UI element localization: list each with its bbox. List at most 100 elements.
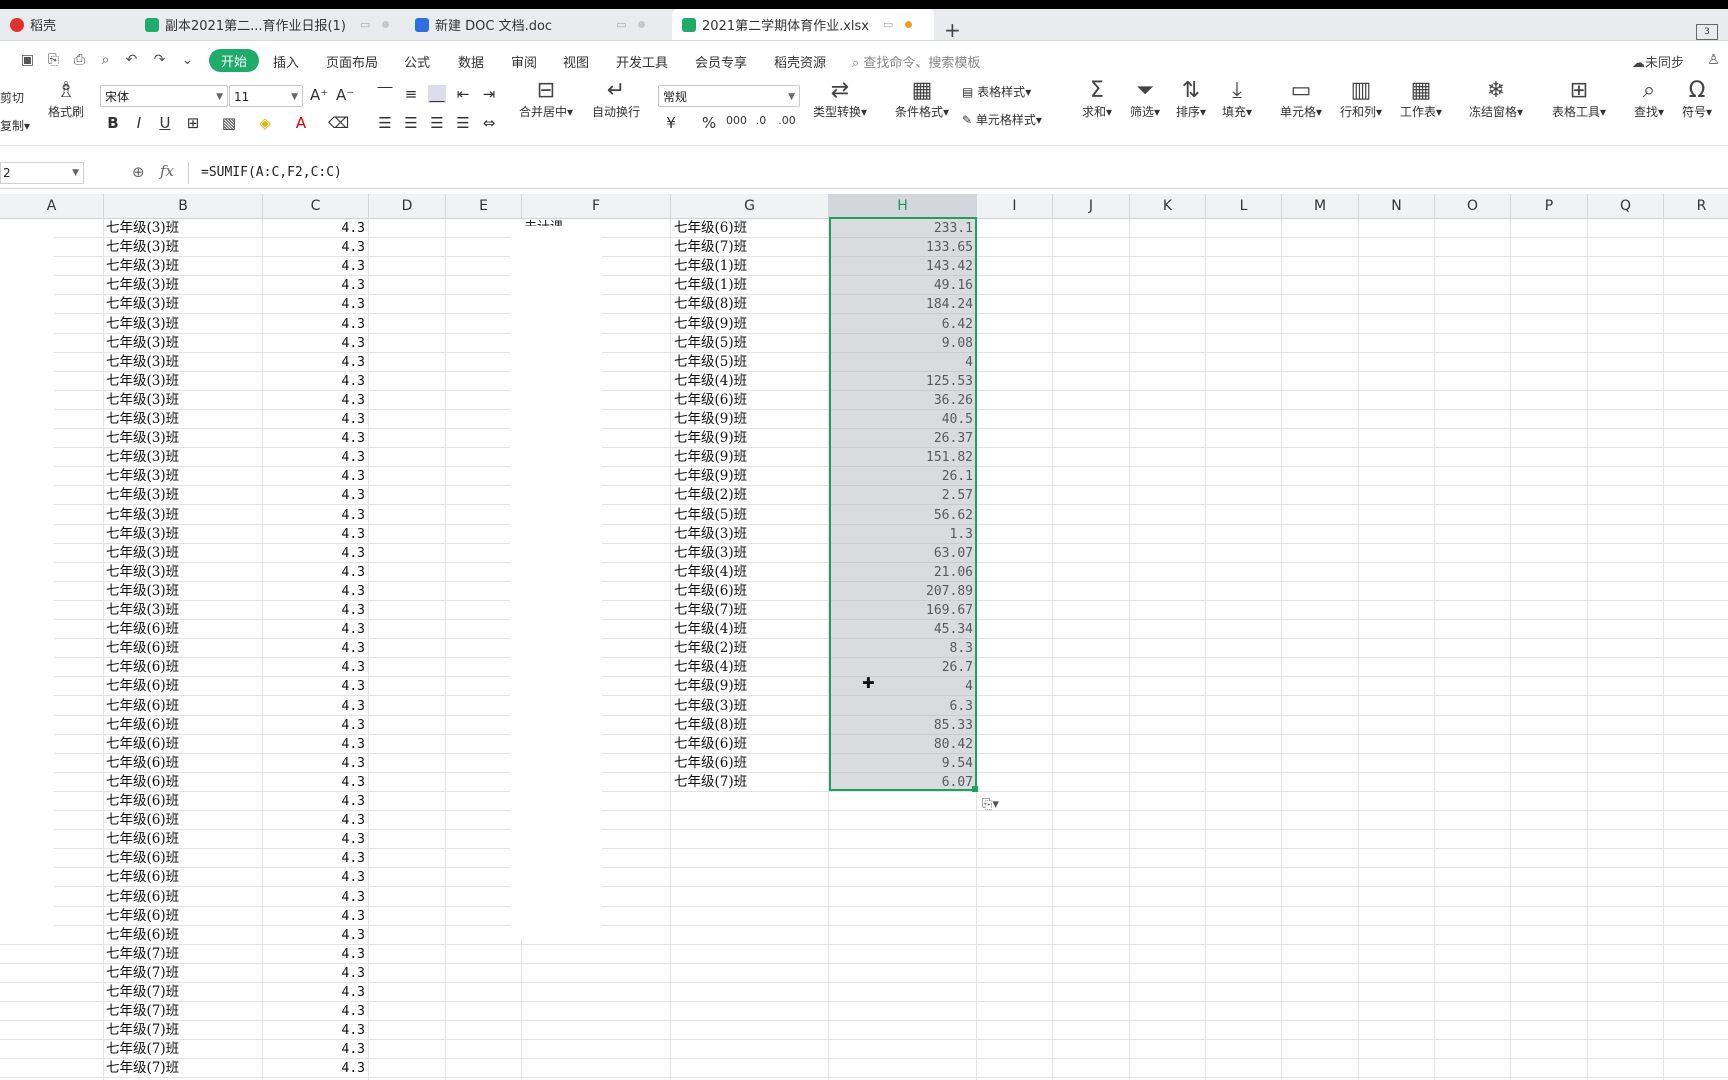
cell-b[interactable]: 七年级(6)班 (106, 677, 261, 696)
cell-g[interactable]: 七年级(9)班 (674, 410, 824, 429)
name-box[interactable]: 2 ▼ (0, 162, 84, 184)
cell-g[interactable]: 七年级(9)班 (674, 315, 824, 334)
fill-button[interactable]: ⤓ 填充▾ (1216, 79, 1258, 120)
cell-b[interactable]: 七年级(3)班 (106, 582, 261, 601)
cell-b[interactable]: 七年级(3)班 (106, 563, 261, 582)
fill-pattern-icon[interactable]: ▧ (220, 114, 238, 132)
cell-b[interactable]: 七年级(6)班 (106, 754, 261, 773)
fill-handle[interactable] (972, 786, 978, 792)
font-color-icon[interactable]: A (292, 114, 310, 132)
cell-c[interactable]: 4.3 (263, 620, 365, 639)
bold-icon[interactable]: B (104, 114, 122, 132)
cell-g[interactable]: 七年级(5)班 (674, 334, 824, 353)
indent-decrease-icon[interactable]: ⇤ (454, 85, 472, 103)
cell-c[interactable]: 4.3 (263, 334, 365, 353)
cell-g[interactable]: 七年级(4)班 (674, 563, 824, 582)
cell-c[interactable]: 4.3 (263, 391, 365, 410)
underline-icon[interactable]: U (156, 114, 174, 132)
customize-icon[interactable]: ⌄ (180, 53, 195, 68)
cell-g[interactable]: 七年级(7)班 (674, 773, 824, 792)
cell-g[interactable]: 七年级(4)班 (674, 658, 824, 677)
cell-c[interactable]: 4.3 (263, 1002, 365, 1021)
cell-b[interactable]: 七年级(6)班 (106, 888, 261, 907)
format-painter-button[interactable]: ♗ 格式刷 (44, 79, 88, 120)
menu-member[interactable]: 会员专享 (695, 52, 747, 71)
column-header-g[interactable]: G (671, 194, 829, 218)
cell-style-button[interactable]: ✎ 单元格样式▾ (962, 111, 1042, 128)
window-layout-icon[interactable]: 3 (1696, 24, 1718, 40)
column-header-k[interactable]: K (1130, 194, 1206, 218)
justify-icon[interactable]: ☰ (454, 114, 472, 132)
find-button[interactable]: ⌕ 查找▾ (1628, 79, 1670, 120)
cell-c[interactable]: 4.3 (263, 849, 365, 868)
column-header-e[interactable]: E (446, 194, 522, 218)
menu-view[interactable]: 视图 (563, 52, 589, 71)
column-header-a[interactable]: A (0, 194, 104, 218)
cell-b[interactable]: 七年级(3)班 (106, 257, 261, 276)
rows-cols-button[interactable]: ▥ 行和列▾ (1336, 79, 1386, 120)
cell-c[interactable]: 4.3 (263, 1040, 365, 1059)
cell-c[interactable]: 4.3 (263, 639, 365, 658)
tab-home[interactable]: 稻壳 (0, 9, 130, 40)
cell-g[interactable]: 七年级(1)班 (674, 276, 824, 295)
merge-center-button[interactable]: ⊟ 合并居中▾ (516, 79, 576, 120)
cell-b[interactable]: 七年级(3)班 (106, 315, 261, 334)
close-dot-icon[interactable] (638, 21, 646, 28)
type-convert-button[interactable]: ⇄ 类型转换▾ (808, 79, 872, 120)
filter-button[interactable]: ⏷ 筛选▾ (1124, 79, 1166, 120)
cell-c[interactable]: 4.3 (263, 582, 365, 601)
freeze-panes-button[interactable]: ❄ 冻结窗格▾ (1466, 79, 1526, 120)
currency-icon[interactable]: ¥ (662, 114, 680, 132)
cell-b[interactable]: 七年级(6)班 (106, 907, 261, 926)
cell-b[interactable]: 七年级(3)班 (106, 486, 261, 505)
cell-c[interactable]: 4.3 (263, 754, 365, 773)
cell-c[interactable]: 4.3 (263, 601, 365, 620)
print-icon[interactable]: ⎙ (72, 53, 87, 68)
increase-font-icon[interactable]: A⁺ (310, 86, 328, 104)
cell-c[interactable]: 4.3 (263, 945, 365, 964)
cell-c[interactable]: 4.3 (263, 658, 365, 677)
export-icon[interactable]: ⎘ (46, 53, 61, 68)
menu-page-layout[interactable]: 页面布局 (326, 52, 378, 71)
formula-input[interactable]: =SUMIF(A:C,F2,C:C) (188, 162, 1728, 184)
cell-b[interactable]: 七年级(3)班 (106, 448, 261, 467)
cell-b[interactable]: 七年级(3)班 (106, 525, 261, 544)
align-top-icon[interactable]: ⎺ (376, 85, 394, 103)
conditional-format-button[interactable]: ▦ 条件格式▾ (892, 79, 952, 120)
cell-c[interactable]: 4.3 (263, 716, 365, 735)
sum-button[interactable]: Σ 求和▾ (1076, 79, 1118, 120)
cell-b[interactable]: 七年级(6)班 (106, 811, 261, 830)
tab-doc[interactable]: 新建 DOC 文档.doc ▭ (405, 9, 665, 40)
cell-g[interactable]: 七年级(1)班 (674, 257, 824, 276)
decrease-font-icon[interactable]: A⁻ (336, 86, 354, 104)
column-header-j[interactable]: J (1053, 194, 1130, 218)
italic-icon[interactable]: I (130, 114, 148, 132)
font-family-select[interactable]: 宋体 ▼ (100, 85, 228, 107)
align-left-icon[interactable]: ☰ (376, 114, 394, 132)
close-dot-icon[interactable] (382, 21, 390, 28)
fill-color-icon[interactable]: ◈ (256, 114, 274, 132)
cell-c[interactable]: 4.3 (263, 1059, 365, 1078)
cell-c[interactable]: 4.3 (263, 295, 365, 314)
cell-c[interactable]: 4.3 (263, 486, 365, 505)
worksheet-button[interactable]: ▦ 工作表▾ (1396, 79, 1446, 120)
distributed-icon[interactable]: ⇔ (480, 114, 498, 132)
cell-b[interactable]: 七年级(7)班 (106, 1059, 261, 1078)
cell-c[interactable]: 4.3 (263, 353, 365, 372)
cell-b[interactable]: 七年级(3)班 (106, 391, 261, 410)
cell-g[interactable]: 七年级(3)班 (674, 544, 824, 563)
redo-icon[interactable]: ↷ (152, 53, 167, 68)
cell-c[interactable]: 4.3 (263, 506, 365, 525)
cell-b[interactable]: 七年级(6)班 (106, 773, 261, 792)
cell-g[interactable]: 七年级(4)班 (674, 620, 824, 639)
align-middle-icon[interactable]: ≡ (402, 85, 420, 103)
cell-g[interactable]: 七年级(9)班 (674, 448, 824, 467)
cell-c[interactable]: 4.3 (263, 735, 365, 754)
align-bottom-icon[interactable]: ⎽ (428, 85, 446, 103)
cell-b[interactable]: 七年级(7)班 (106, 983, 261, 1002)
cell-c[interactable]: 4.3 (263, 792, 365, 811)
cell-g[interactable]: 七年级(9)班 (674, 467, 824, 486)
cell-c[interactable]: 4.3 (263, 372, 365, 391)
menu-docer[interactable]: 稻壳资源 (774, 52, 826, 71)
sync-status[interactable]: ☁未同步 (1632, 52, 1684, 71)
